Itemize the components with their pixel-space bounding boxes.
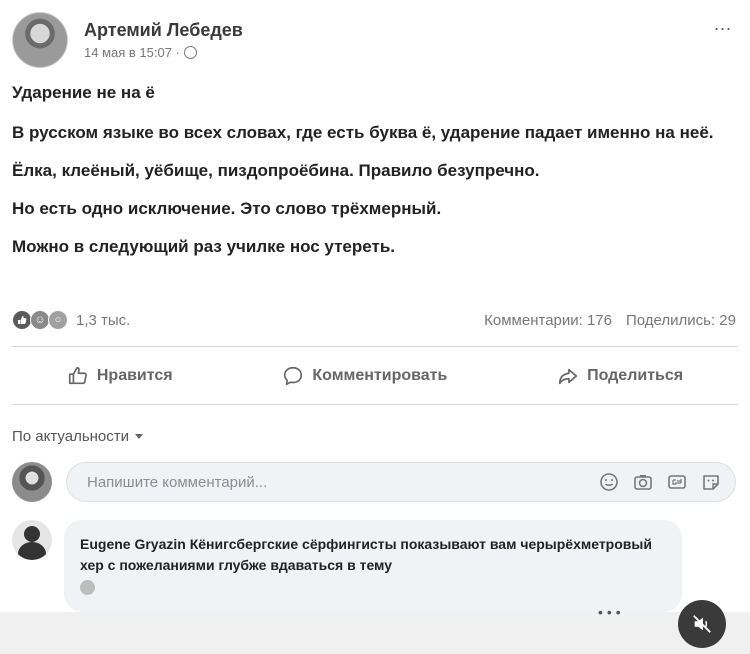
mute-button[interactable]	[678, 600, 726, 648]
share-arrow-icon	[559, 368, 578, 385]
stats-row: ☺ ○ 1,3 тыс. Комментарии: 176 Поделились…	[12, 308, 736, 332]
comment-item: Eugene Gryazin Кёнигсбергские сёрфингист…	[12, 520, 682, 612]
comment-composer	[12, 462, 736, 502]
post-title: Ударение не на ё	[12, 83, 155, 102]
camera-icon[interactable]	[633, 472, 653, 492]
bottom-bar	[0, 612, 750, 654]
wow-reaction-icon: ○	[48, 310, 68, 330]
commenter-avatar[interactable]	[12, 520, 52, 560]
author-name[interactable]: Артемий Лебедев	[84, 20, 243, 41]
post-paragraph: Можно в следующий раз училке нос утереть…	[12, 237, 395, 256]
comment-box	[66, 462, 736, 502]
comment-button[interactable]: Комментировать	[282, 365, 447, 387]
thumbs-up-icon	[68, 366, 87, 385]
stats-right: Комментарии: 176 Поделились: 29	[484, 312, 736, 329]
share-label: Поделиться	[587, 367, 684, 384]
like-reaction-icon	[12, 310, 32, 330]
laugh-reaction-icon: ☺	[30, 310, 50, 330]
sticker-icon[interactable]	[701, 472, 721, 492]
sort-label: По актуальности	[12, 428, 130, 445]
comment-sort-dropdown[interactable]: По актуальности	[12, 428, 144, 445]
composer-icons	[599, 472, 721, 492]
comment-input[interactable]	[85, 472, 599, 492]
comment-icon	[284, 366, 303, 386]
author-avatar[interactable]	[12, 12, 68, 68]
divider	[12, 346, 738, 347]
reactions-summary[interactable]: ☺ ○ 1,3 тыс.	[12, 310, 130, 330]
author-block: Артемий Лебедев 14 мая в 15:07 ·	[84, 20, 243, 60]
post-meta: 14 мая в 15:07 ·	[84, 45, 243, 60]
gif-icon[interactable]	[667, 472, 687, 492]
post-body: Ударение не на ё В русском языке во всех…	[12, 78, 732, 258]
like-label: Нравится	[96, 367, 173, 384]
post-header: Артемий Лебедев 14 мая в 15:07 ·	[12, 12, 243, 68]
post-paragraph: Ёлка, клеёный, уёбище, пиздопроёбина. Пр…	[12, 161, 540, 180]
current-user-avatar[interactable]	[12, 462, 52, 502]
share-button[interactable]: Поделиться	[557, 365, 683, 387]
comment-label: Комментировать	[312, 367, 448, 384]
speaker-muted-icon	[693, 615, 711, 633]
post-date[interactable]: 14 мая в 15:07 ·	[84, 45, 180, 60]
shares-count[interactable]: Поделились: 29	[626, 312, 736, 329]
emoji-icon[interactable]	[599, 472, 619, 492]
globe-icon	[183, 46, 197, 59]
post-actions: Нравится Комментировать Поделиться	[12, 352, 738, 400]
commenter-name[interactable]: Eugene Gryazin	[80, 536, 186, 552]
post-paragraph: Но есть одно исключение. Это слово трёхм…	[12, 199, 442, 218]
post-paragraph: В русском языке во всех словах, где есть…	[12, 123, 714, 142]
like-button[interactable]: Нравится	[67, 365, 173, 387]
more-options-button[interactable]: ...	[714, 14, 732, 35]
comment-bubble: Eugene Gryazin Кёнигсбергские сёрфингист…	[64, 520, 682, 612]
laughing-emoji-icon	[80, 579, 95, 595]
caret-down-icon	[135, 434, 144, 439]
comments-count[interactable]: Комментарии: 176	[484, 312, 612, 329]
partial-reaction-dots: •••	[598, 604, 625, 620]
divider	[12, 404, 738, 405]
reaction-count[interactable]: 1,3 тыс.	[76, 312, 130, 329]
